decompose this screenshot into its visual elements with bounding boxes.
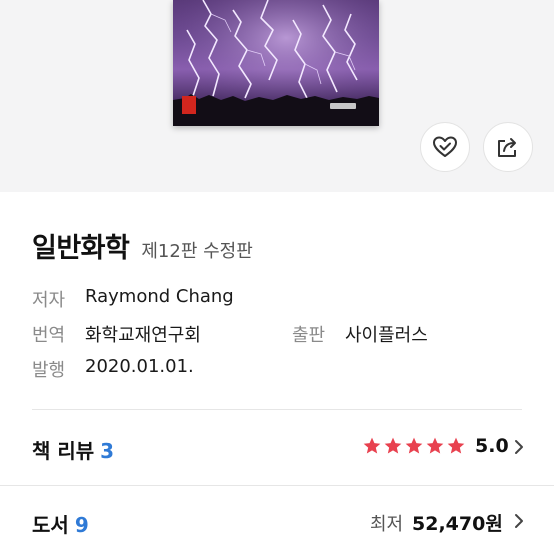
publisher-value: 사이플러스 (345, 325, 428, 346)
chevron-right-icon[interactable] (514, 439, 524, 455)
date-value: 2020.01.01. (85, 356, 194, 377)
date-label: 발행 (32, 360, 66, 381)
like-button[interactable] (420, 122, 470, 172)
rating-stars (362, 436, 466, 456)
author-label: 저자 (32, 290, 66, 311)
publisher-label: 출판 (292, 325, 326, 346)
translator-value: 화학교재연구회 (85, 325, 201, 346)
listing-count: 9 (74, 513, 89, 537)
star-icon (447, 437, 465, 454)
listing-label: 도서 (32, 513, 69, 537)
listing-row-title[interactable]: 도서 9 (32, 509, 89, 538)
star-icon (405, 437, 423, 454)
book-cover-image[interactable] (173, 0, 379, 126)
review-row-title[interactable]: 책 리뷰 3 (32, 435, 114, 464)
review-label: 책 리뷰 (32, 439, 95, 463)
section-divider (0, 485, 554, 486)
book-edition: 제12판 수정판 (141, 241, 253, 262)
heart-check-icon (433, 136, 457, 157)
review-count: 3 (100, 439, 115, 463)
share-icon (498, 138, 516, 157)
author-value: Raymond Chang (85, 286, 234, 307)
title-row: 일반화학 제12판 수정판 (32, 226, 253, 265)
chevron-right-icon[interactable] (514, 513, 524, 529)
book-title: 일반화학 (32, 233, 130, 264)
publisher-logo (182, 96, 196, 114)
star-icon (363, 437, 381, 454)
lowest-price-value: 52,470원 (412, 513, 503, 535)
star-icon (384, 437, 402, 454)
rating-value: 5.0 (475, 435, 509, 457)
share-button[interactable] (483, 122, 533, 172)
cover-publisher-mark (330, 103, 356, 109)
translator-label: 번역 (32, 325, 66, 346)
lowest-price-label: 최저 (370, 514, 404, 535)
divider (32, 409, 522, 410)
star-icon (426, 437, 444, 454)
book-hero (0, 0, 554, 192)
